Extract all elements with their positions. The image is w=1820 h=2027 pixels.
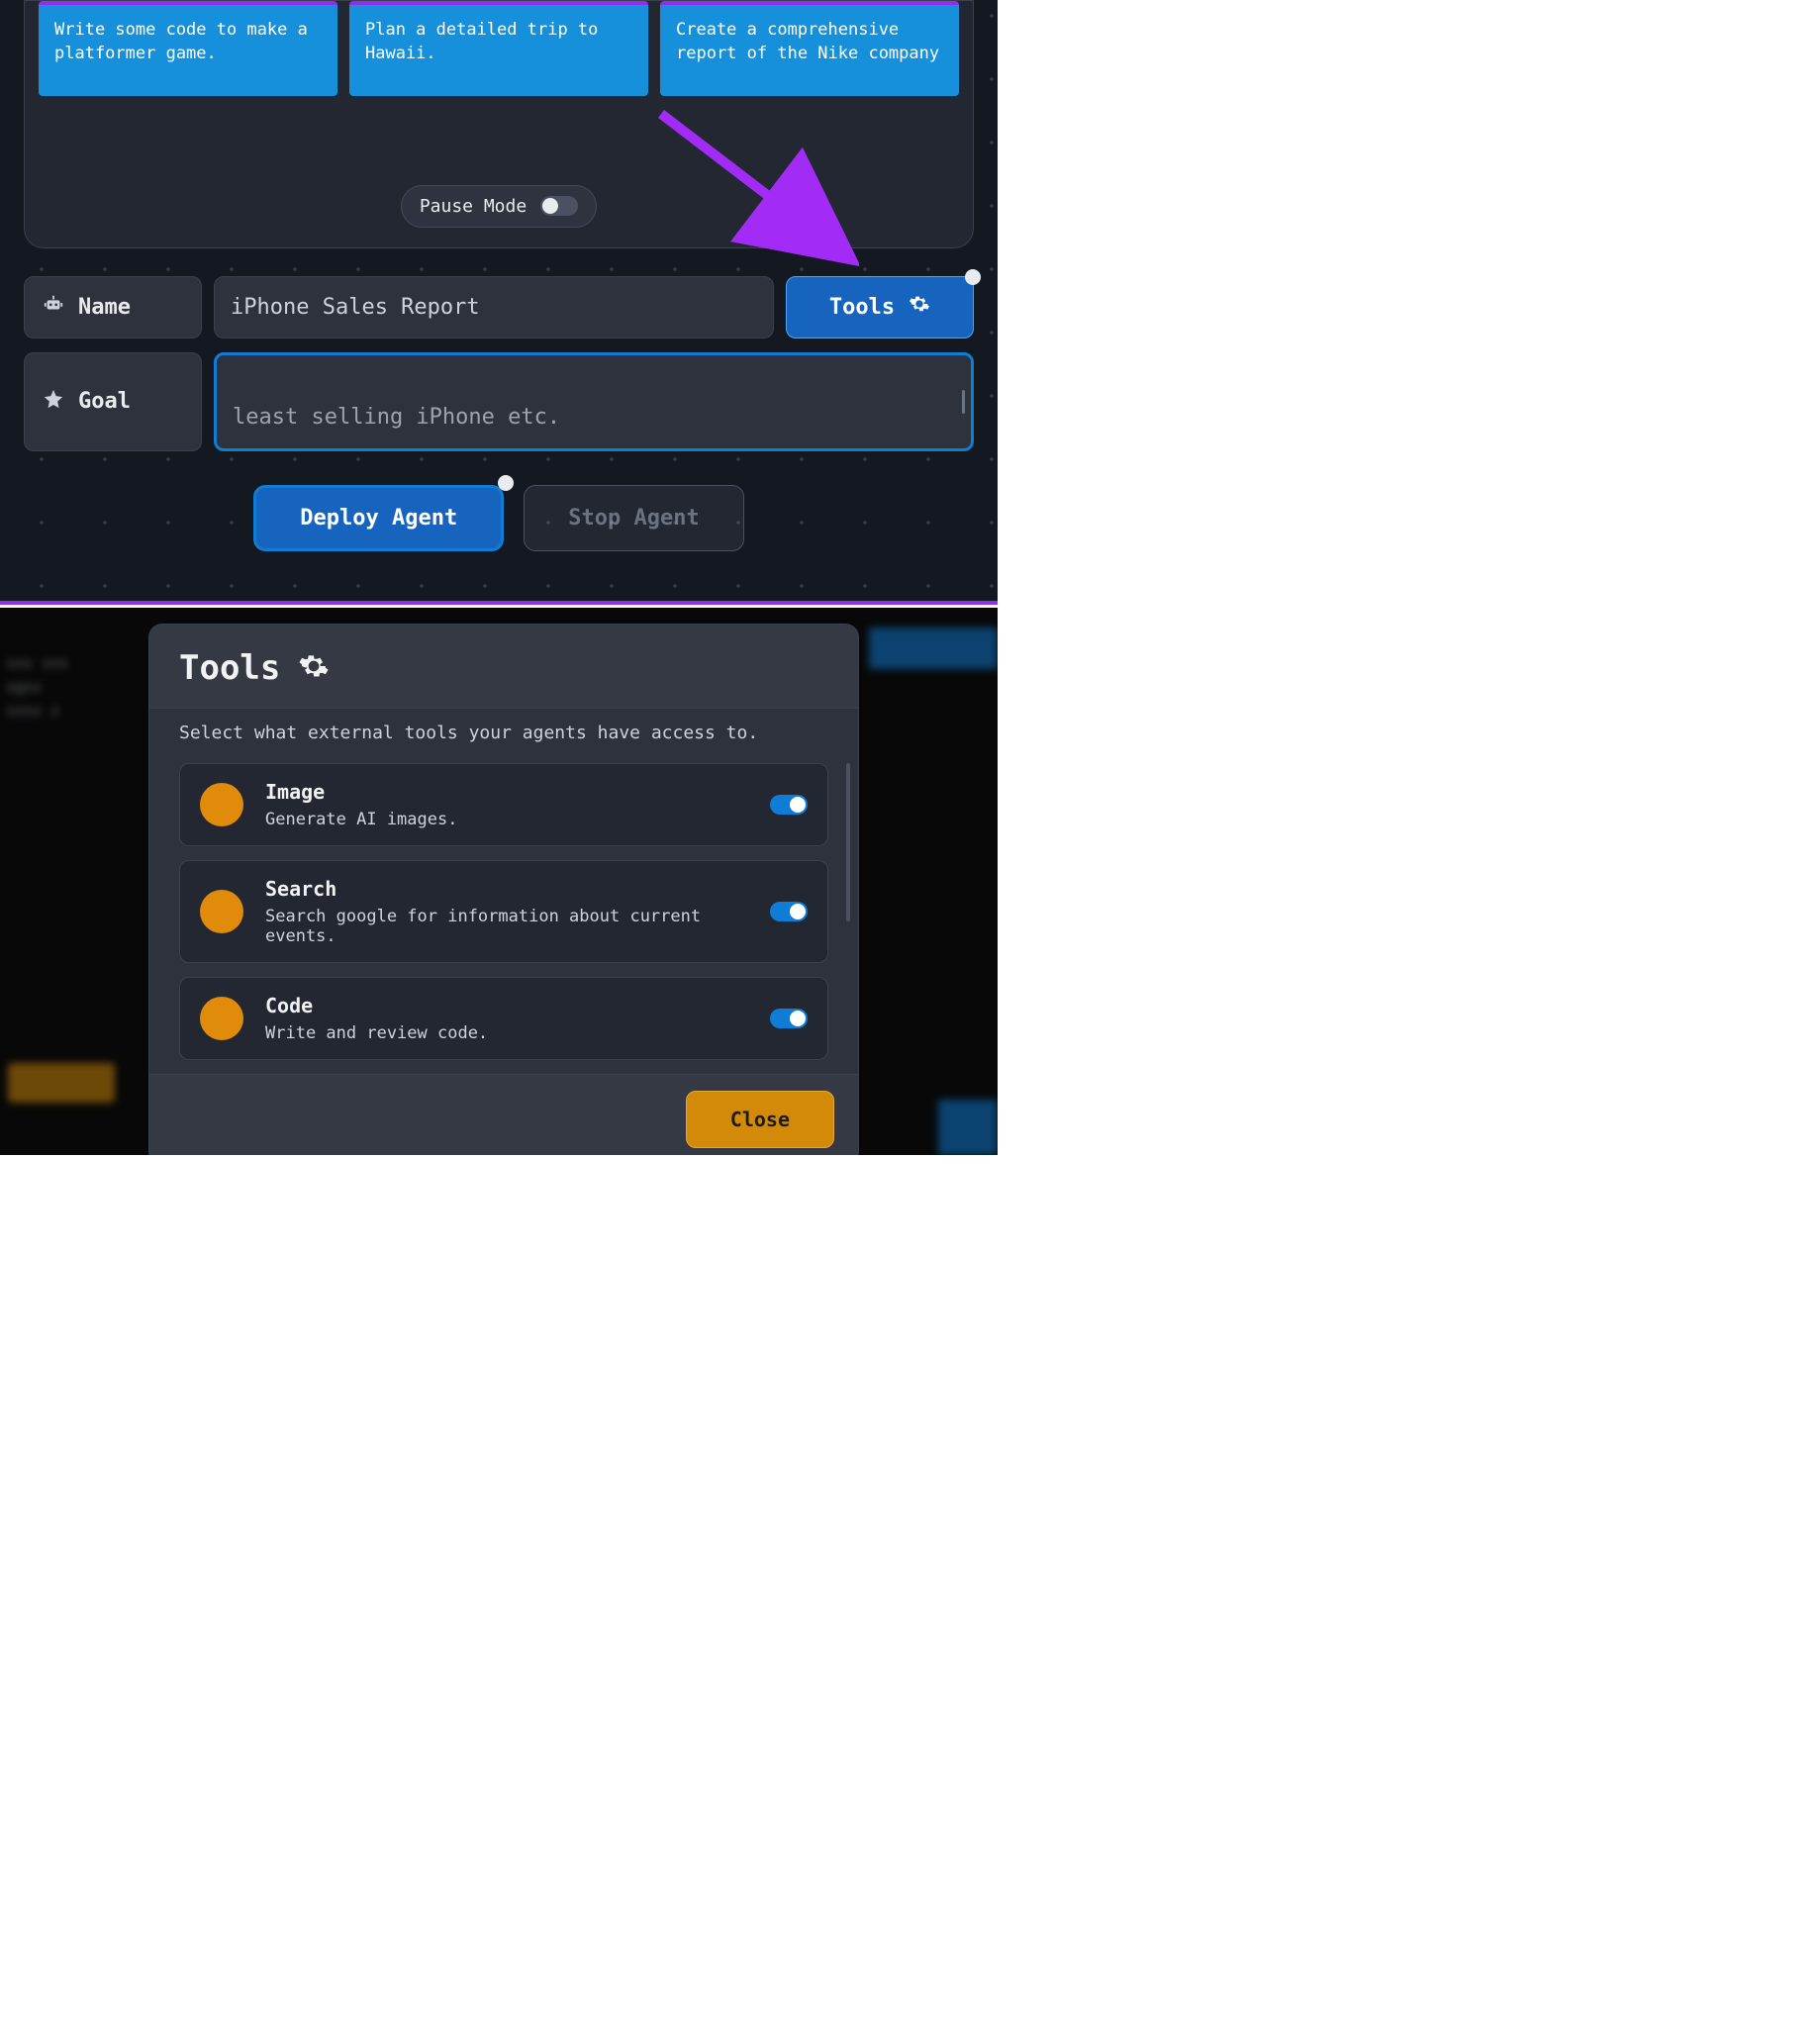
deploy-agent-button[interactable]: Deploy Agent bbox=[253, 485, 504, 551]
star-icon bbox=[43, 388, 64, 416]
tool-bullet-icon bbox=[200, 997, 243, 1040]
pause-mode-toggle[interactable]: Pause Mode bbox=[401, 185, 597, 228]
tool-bullet-icon bbox=[200, 783, 243, 826]
tool-bullet-icon bbox=[200, 890, 243, 933]
modal-header: Tools bbox=[149, 625, 858, 709]
name-row: Name iPhone Sales Report Tools bbox=[24, 276, 974, 338]
indicator-dot-icon bbox=[965, 269, 981, 285]
name-label-text: Name bbox=[78, 295, 131, 320]
tool-item-search: Search Search google for information abo… bbox=[179, 860, 828, 963]
modal-title: Tools bbox=[179, 648, 280, 688]
gear-icon bbox=[298, 650, 330, 686]
tool-name: Code bbox=[265, 994, 748, 1017]
gear-icon bbox=[909, 293, 930, 321]
tool-desc: Generate AI images. bbox=[265, 810, 748, 829]
suggestion-card[interactable]: Plan a detailed trip to Hawaii. bbox=[349, 1, 648, 96]
name-input[interactable]: iPhone Sales Report bbox=[214, 276, 774, 338]
tool-toggle[interactable] bbox=[770, 795, 808, 815]
goal-label: Goal bbox=[24, 352, 202, 451]
name-label: Name bbox=[24, 276, 202, 338]
stop-agent-button[interactable]: Stop Agent bbox=[524, 485, 743, 551]
goal-clipped-text: least selling iPhone etc. bbox=[233, 401, 955, 434]
tool-toggle[interactable] bbox=[770, 1009, 808, 1028]
suggestion-card[interactable]: Create a comprehensive report of the Nik… bbox=[660, 1, 959, 96]
modal-footer: Close bbox=[149, 1074, 858, 1155]
robot-icon bbox=[43, 293, 64, 321]
tool-desc: Search google for information about curr… bbox=[265, 907, 748, 946]
pause-mode-label: Pause Mode bbox=[420, 196, 527, 217]
tool-name: Image bbox=[265, 780, 748, 804]
tool-item-code: Code Write and review code. bbox=[179, 977, 828, 1060]
tool-desc: Write and review code. bbox=[265, 1023, 748, 1043]
suggestions-card: Write some code to make a platformer gam… bbox=[24, 0, 974, 248]
tools-button-label: Tools bbox=[829, 295, 895, 320]
suggestion-row: Write some code to make a platformer gam… bbox=[39, 1, 959, 96]
agent-config-panel: Write some code to make a platformer gam… bbox=[0, 0, 998, 605]
action-row: Deploy Agent Stop Agent bbox=[24, 485, 974, 551]
tools-modal: Tools Select what external tools your ag… bbox=[148, 624, 859, 1155]
modal-description: Select what external tools your agents h… bbox=[149, 709, 858, 763]
tool-item-image: Image Generate AI images. bbox=[179, 763, 828, 846]
tool-toggle[interactable] bbox=[770, 902, 808, 921]
goal-textarea[interactable]: least selling iPhone etc. 4) Compare iPh… bbox=[214, 352, 974, 451]
tool-list: Image Generate AI images. Search Search … bbox=[149, 763, 858, 1074]
indicator-dot-icon bbox=[498, 475, 514, 491]
toggle-off-icon[interactable] bbox=[540, 196, 578, 216]
tool-name: Search bbox=[265, 877, 748, 901]
tools-button[interactable]: Tools bbox=[786, 276, 974, 338]
close-button[interactable]: Close bbox=[686, 1091, 834, 1148]
goal-row: Goal least selling iPhone etc. 4) Compar… bbox=[24, 352, 974, 451]
tools-modal-overlay: xxx xxxxgxxxxxx x Tools Select what exte… bbox=[0, 605, 998, 1155]
goal-label-text: Goal bbox=[78, 389, 131, 414]
suggestion-card[interactable]: Write some code to make a platformer gam… bbox=[39, 1, 337, 96]
